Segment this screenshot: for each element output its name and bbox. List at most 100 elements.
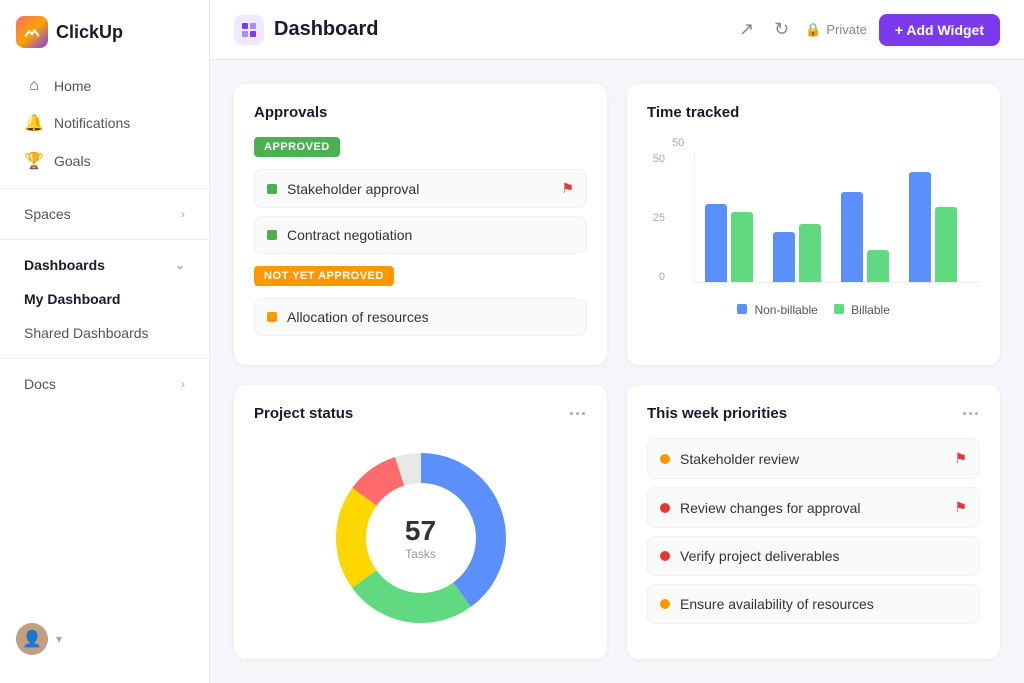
priority-text-1: Review changes for approval — [680, 500, 944, 516]
priority-item-2: Verify project deliverables — [647, 536, 980, 576]
bar-b-2 — [867, 250, 889, 282]
avatar[interactable]: 👤 — [16, 623, 48, 655]
sidebar-item-home-label: Home — [54, 78, 91, 94]
bar-nb-2 — [841, 192, 863, 282]
priorities-menu[interactable]: ··· — [962, 405, 980, 423]
logo-icon — [16, 16, 48, 48]
priority-text-2: Verify project deliverables — [680, 548, 967, 564]
sidebar-logo: ClickUp — [0, 16, 209, 68]
approval-text-2: Allocation of resources — [287, 309, 574, 325]
sidebar-item-docs[interactable]: Docs › — [8, 367, 201, 401]
approvals-widget: Approvals APPROVED Stakeholder approval … — [234, 84, 607, 365]
chevron-right-docs-icon: › — [181, 377, 185, 391]
page-title: Dashboard — [274, 18, 378, 41]
dashboard-icon — [234, 15, 264, 45]
donut-center: 57 Tasks — [405, 515, 436, 561]
priority-item-0: Stakeholder review ⚑ — [647, 438, 980, 479]
y-label-0: 0 — [647, 271, 665, 283]
project-status-title: Project status ··· — [254, 405, 587, 422]
bar-b-0 — [731, 212, 753, 282]
badge-not-approved: NOT YET APPROVED — [254, 266, 394, 286]
bar-b-3 — [935, 207, 957, 282]
expand-button[interactable]: ↗ — [735, 15, 758, 44]
chart-bars — [694, 153, 980, 283]
legend-dot-blue — [737, 304, 747, 314]
priority-dot-3 — [660, 599, 670, 609]
sidebar-divider-2 — [0, 239, 209, 240]
y-label-50-2: 50 — [647, 153, 665, 165]
priority-flag-1: ⚑ — [954, 499, 967, 516]
priority-item-1: Review changes for approval ⚑ — [647, 487, 980, 528]
donut-tasks-label: Tasks — [405, 547, 436, 561]
approval-text-0: Stakeholder approval — [287, 181, 551, 197]
sidebar-item-dashboards[interactable]: Dashboards ⌄ — [8, 248, 201, 282]
refresh-button[interactable]: ↻ — [770, 15, 793, 44]
sidebar-my-dashboard-label: My Dashboard — [24, 291, 120, 307]
sidebar-item-goals-label: Goals — [54, 153, 91, 169]
priority-dot-0 — [660, 454, 670, 464]
topbar-actions: ↗ ↻ 🔒 Private + Add Widget — [735, 14, 1000, 46]
time-tracked-widget: Time tracked 50 0 25 50 — [627, 84, 1000, 365]
logo-text: ClickUp — [56, 22, 123, 43]
badge-approved: APPROVED — [254, 137, 340, 157]
sidebar-docs-label: Docs — [24, 376, 56, 392]
priority-dot-1 — [660, 503, 670, 513]
legend-dot-green — [834, 304, 844, 314]
avatar-dropdown-icon[interactable]: ▾ — [56, 632, 62, 646]
legend-billable: Billable — [834, 303, 890, 317]
sidebar-spaces-label: Spaces — [24, 206, 71, 222]
bar-group-3 — [909, 172, 957, 282]
goals-icon: 🏆 — [24, 151, 44, 171]
sidebar: ClickUp ⌂ Home 🔔 Notifications 🏆 Goals S… — [0, 0, 210, 683]
approval-dot-orange-2 — [267, 312, 277, 322]
priority-text-0: Stakeholder review — [680, 451, 944, 467]
private-label: Private — [826, 22, 866, 37]
bar-b-1 — [799, 224, 821, 282]
lock-icon: 🔒 — [805, 22, 821, 38]
main: Dashboard ↗ ↻ 🔒 Private + Add Widget App… — [210, 0, 1024, 683]
chevron-down-icon: ⌄ — [175, 258, 185, 272]
priority-item-3: Ensure availability of resources — [647, 584, 980, 624]
priority-dot-2 — [660, 551, 670, 561]
project-status-widget: Project status ··· — [234, 385, 607, 659]
priority-flag-0: ⚑ — [954, 450, 967, 467]
priority-text-3: Ensure availability of resources — [680, 596, 967, 612]
y-label-25: 25 — [647, 212, 665, 224]
legend-non-billable: Non-billable — [737, 303, 818, 317]
approval-dot-green-0 — [267, 184, 277, 194]
approval-item-0: Stakeholder approval ⚑ — [254, 169, 587, 208]
donut-number: 57 — [405, 515, 436, 547]
add-widget-button[interactable]: + Add Widget — [879, 14, 1000, 46]
sidebar-item-notifications[interactable]: 🔔 Notifications — [8, 104, 201, 142]
sidebar-item-goals[interactable]: 🏆 Goals — [8, 142, 201, 180]
sidebar-item-home[interactable]: ⌂ Home — [8, 68, 201, 104]
sidebar-item-my-dashboard[interactable]: My Dashboard — [8, 282, 201, 316]
approval-dot-green-1 — [267, 230, 277, 240]
sidebar-footer: 👤 ▾ — [0, 611, 209, 667]
bar-group-1 — [773, 224, 821, 282]
approval-text-1: Contract negotiation — [287, 227, 574, 243]
sidebar-item-notifications-label: Notifications — [54, 115, 130, 131]
chart-container: 50 0 25 50 — [647, 137, 980, 317]
sidebar-nav: ⌂ Home 🔔 Notifications 🏆 Goals Spaces › … — [0, 68, 209, 611]
bar-nb-0 — [705, 204, 727, 282]
dashboard-content: Approvals APPROVED Stakeholder approval … — [210, 60, 1024, 683]
bar-group-2 — [841, 192, 889, 282]
sidebar-item-spaces[interactable]: Spaces › — [8, 197, 201, 231]
time-tracked-title: Time tracked — [647, 104, 980, 121]
priorities-title: This week priorities ··· — [647, 405, 980, 422]
sidebar-item-shared-dashboards[interactable]: Shared Dashboards — [8, 316, 201, 350]
private-indicator: 🔒 Private — [805, 22, 867, 38]
topbar-title: Dashboard — [234, 15, 378, 45]
chevron-right-icon: › — [181, 207, 185, 221]
donut-chart: 57 Tasks — [254, 438, 587, 638]
bar-group-0 — [705, 204, 753, 282]
project-status-menu[interactable]: ··· — [569, 405, 587, 423]
chart-legend: Non-billable Billable — [647, 303, 980, 317]
bell-icon: 🔔 — [24, 113, 44, 133]
sidebar-divider-3 — [0, 358, 209, 359]
home-icon: ⌂ — [24, 77, 44, 95]
bar-nb-1 — [773, 232, 795, 282]
sidebar-shared-dashboards-label: Shared Dashboards — [24, 325, 149, 341]
sidebar-dashboards-label: Dashboards — [24, 257, 105, 273]
